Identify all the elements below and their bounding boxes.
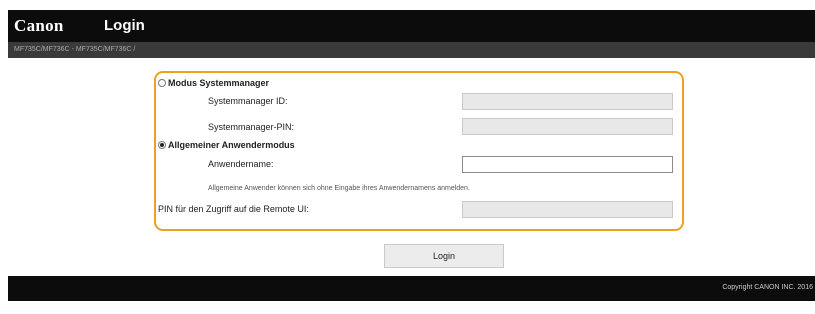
general-user-mode-radio[interactable] <box>158 141 166 149</box>
copyright-text: Copyright CANON INC. 2016 <box>722 284 813 291</box>
system-manager-pin-input[interactable] <box>462 118 673 135</box>
canon-logo: Canon <box>14 16 64 35</box>
system-manager-id-label: Systemmanager ID: <box>208 96 288 106</box>
general-user-hint: Allgemeine Anwender können sich ohne Ein… <box>208 185 470 192</box>
system-manager-id-input[interactable] <box>462 93 673 110</box>
remote-ui-pin-label: PIN für den Zugriff auf die Remote UI: <box>158 204 309 214</box>
remote-ui-pin-input[interactable] <box>462 201 673 218</box>
page-title: Login <box>104 17 145 34</box>
system-manager-mode-label: Modus Systemmanager <box>168 78 270 88</box>
username-input[interactable] <box>462 156 673 173</box>
device-name-text: MF735C/MF736C - MF735C/MF736C / <box>14 46 136 53</box>
device-info-bar: MF735C/MF736C - MF735C/MF736C / <box>8 42 815 58</box>
browser-page: Canon Login MF735C/MF736C - MF735C/MF736… <box>8 10 815 314</box>
system-manager-mode-radio[interactable] <box>158 79 166 87</box>
system-manager-pin-label: Systemmanager-PIN: <box>208 122 295 132</box>
footer-bar: Copyright CANON INC. 2016 <box>8 276 815 301</box>
username-label: Anwendername: <box>208 159 274 169</box>
login-button[interactable]: Login <box>384 244 504 268</box>
general-user-mode-label: Allgemeiner Anwendermodus <box>168 140 295 150</box>
top-header-bar: Canon Login <box>8 10 815 42</box>
